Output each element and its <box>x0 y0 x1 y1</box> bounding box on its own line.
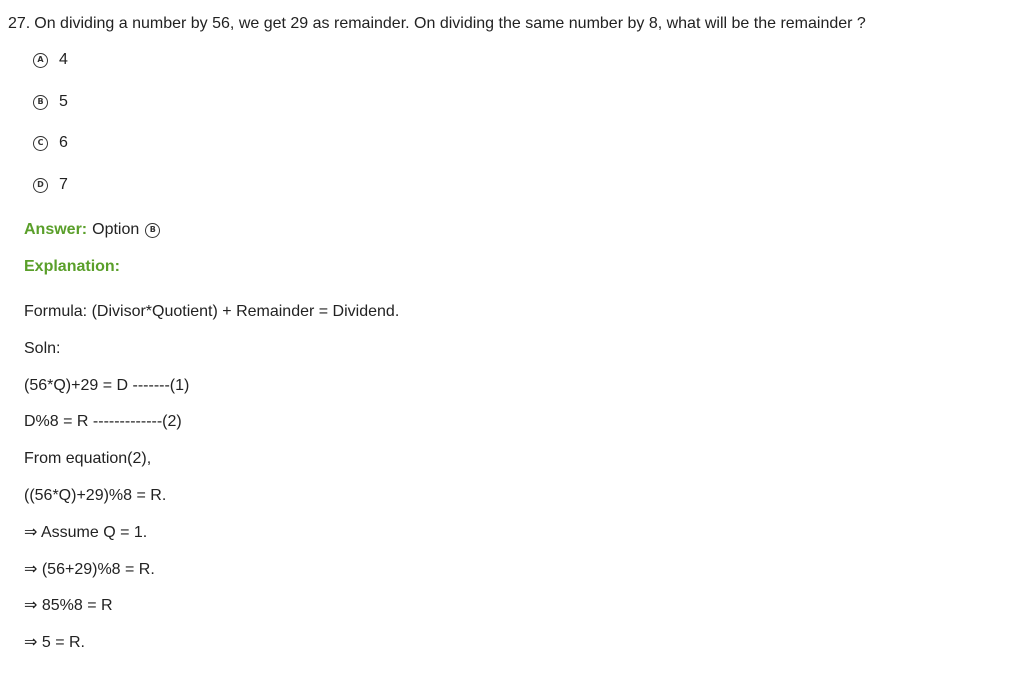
explanation-line: Formula: (Divisor*Quotient) + Remainder … <box>24 303 400 320</box>
explanation-line: ⇒ 5 = R. <box>24 634 85 651</box>
question: 27. On dividing a number by 56, we get 29… <box>8 14 866 34</box>
explanation-line: ⇒ 85%8 = R <box>24 597 113 614</box>
option-a-value: 4 <box>59 51 68 68</box>
explanation-line: ((56*Q)+29)%8 = R. <box>24 487 167 504</box>
answer-badge-icon: B <box>145 222 161 238</box>
explanation-line: From equation(2), <box>24 450 152 467</box>
option-a-badge-icon: A <box>33 52 48 68</box>
question-number: 27. <box>8 15 31 32</box>
option-d-value: 7 <box>59 176 68 193</box>
explanation-line: Soln: <box>24 340 61 357</box>
option-b-value: 5 <box>59 93 68 110</box>
explanation-label: Explanation: <box>24 258 121 275</box>
answer-text: Option <box>92 221 140 238</box>
explanation-line: D%8 = R -------------(2) <box>24 413 182 430</box>
answer-label: Answer: <box>24 221 88 238</box>
option-a[interactable]: A 4 <box>33 50 68 70</box>
option-d-badge-icon: D <box>33 177 48 193</box>
option-b[interactable]: B 5 <box>33 92 68 112</box>
answer: Answer: Option B <box>24 220 161 240</box>
option-c[interactable]: C 6 <box>33 133 68 153</box>
explanation-line: (56*Q)+29 = D -------(1) <box>24 377 190 394</box>
option-d[interactable]: D 7 <box>33 175 68 195</box>
explanation-line: ⇒ (56+29)%8 = R. <box>24 561 155 578</box>
question-text: On dividing a number by 56, we get 29 as… <box>34 15 866 32</box>
option-b-badge-icon: B <box>33 94 48 110</box>
explanation-line: ⇒ Assume Q = 1. <box>24 524 148 541</box>
option-c-badge-icon: C <box>33 135 48 151</box>
option-c-value: 6 <box>59 134 68 151</box>
